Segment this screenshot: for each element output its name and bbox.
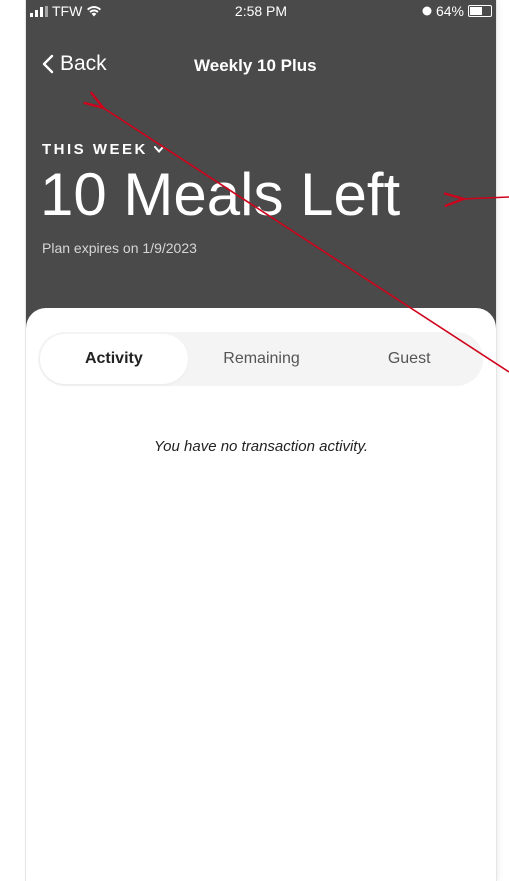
plan-expiry: Plan expires on 1/9/2023	[42, 240, 197, 256]
battery-percent: 64%	[435, 3, 464, 19]
phone-screen: TFW 2:58 PM 64% Back Weekly 10 Plus THIS…	[26, 0, 496, 881]
activity-sheet: Activity Remaining Guest You have no tra…	[26, 308, 496, 881]
chevron-left-icon	[42, 54, 54, 74]
status-bar: TFW 2:58 PM 64%	[26, 0, 496, 22]
tab-activity[interactable]: Activity	[40, 334, 188, 384]
back-label: Back	[60, 52, 107, 75]
battery-icon	[468, 5, 492, 17]
back-button[interactable]: Back	[42, 52, 107, 76]
segmented-tabs: Activity Remaining Guest	[38, 332, 483, 386]
tab-remaining[interactable]: Remaining	[188, 332, 336, 386]
week-label: THIS WEEK	[42, 141, 148, 158]
plan-header: TFW 2:58 PM 64% Back Weekly 10 Plus THIS…	[26, 0, 496, 345]
week-selector[interactable]: THIS WEEK	[42, 141, 164, 158]
tab-guest[interactable]: Guest	[335, 332, 483, 386]
meals-left-count: 10 Meals Left	[40, 161, 401, 228]
empty-activity-message: You have no transaction activity.	[153, 438, 368, 455]
moon-icon	[422, 6, 432, 16]
page-title: Weekly 10 Plus	[194, 56, 317, 75]
chevron-down-icon	[153, 146, 164, 153]
